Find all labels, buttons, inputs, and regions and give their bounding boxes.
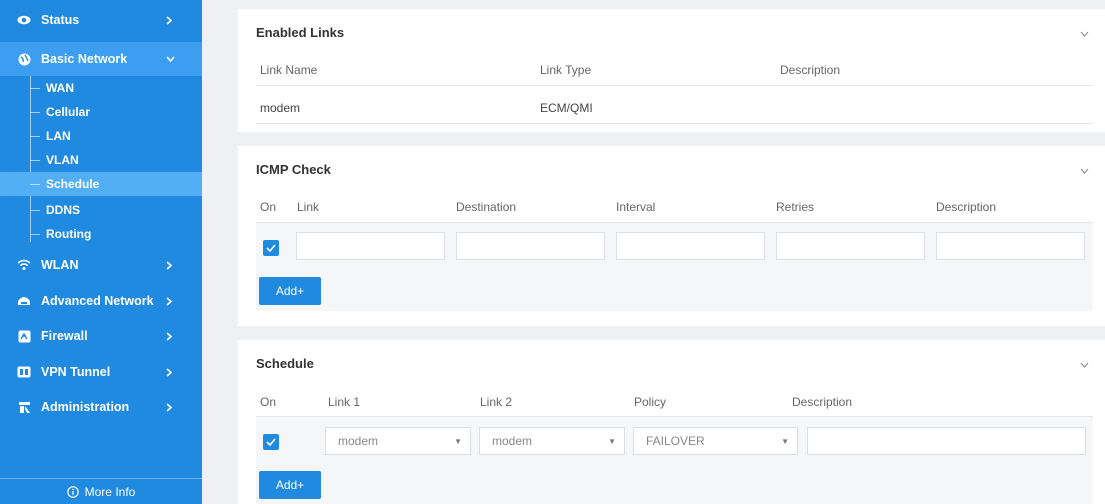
network-icon <box>17 294 31 308</box>
icmp-description-input[interactable] <box>936 232 1085 260</box>
sidebar-item-label: WLAN <box>41 258 79 272</box>
schedule-link1-value: modem <box>338 434 379 448</box>
column-header-policy: Policy <box>634 395 667 409</box>
sidebar-subitem-label: Cellular <box>46 105 91 119</box>
info-icon <box>66 485 79 498</box>
chevron-right-icon <box>166 319 172 353</box>
sidebar-subitem-label: DDNS <box>46 203 81 217</box>
vpn-icon <box>17 365 31 379</box>
collapse-chevron-icon[interactable] <box>1079 360 1089 370</box>
schedule-policy-select[interactable]: FAILOVER ▼ <box>633 427 798 455</box>
table-cell-link-name: modem <box>260 101 301 115</box>
collapse-chevron-icon[interactable] <box>1079 166 1089 176</box>
sidebar-item-basic-network[interactable]: Basic Network <box>0 42 202 76</box>
sidebar-subitem-ddns[interactable]: DDNS <box>0 198 202 222</box>
sidebar-item-label: Firewall <box>41 329 88 343</box>
sidebar: Status Basic Network WAN Cellular LAN VL… <box>0 0 202 504</box>
column-header-link-1: Link 1 <box>328 395 361 409</box>
column-header-description: Description <box>936 200 997 214</box>
enabled-links-card: Enabled Links Link Name Link Type Descri… <box>238 9 1105 132</box>
enabled-links-title: Enabled Links <box>256 25 345 40</box>
schedule-card: Schedule On Link 1 Link 2 Policy Descrip… <box>238 340 1105 504</box>
sidebar-subitem-cellular[interactable]: Cellular <box>0 100 202 124</box>
shield-icon <box>17 329 31 343</box>
chevron-right-icon <box>166 390 172 424</box>
sidebar-item-label: VPN Tunnel <box>41 365 111 379</box>
icmp-check-card: ICMP Check On Link Destination Interval … <box>238 146 1105 326</box>
icmp-add-button[interactable]: Add+ <box>259 277 321 305</box>
column-header-on: On <box>260 395 277 409</box>
icmp-link-input[interactable] <box>296 232 445 260</box>
row-divider <box>256 85 1093 86</box>
sidebar-item-status[interactable]: Status <box>0 3 202 37</box>
column-header-description: Description <box>792 395 853 409</box>
chevron-down-icon <box>166 42 175 76</box>
chevron-right-icon <box>166 355 172 389</box>
schedule-description-input[interactable] <box>807 427 1086 455</box>
sidebar-item-label: Basic Network <box>41 52 128 66</box>
sidebar-item-label: Administration <box>41 400 130 414</box>
eye-icon <box>17 13 31 27</box>
schedule-enable-checkbox[interactable] <box>263 434 279 450</box>
icmp-destination-input[interactable] <box>456 232 605 260</box>
sidebar-subitem-label: VLAN <box>46 153 79 167</box>
checkmark-icon <box>266 244 276 252</box>
column-header-retries: Retries <box>776 200 815 214</box>
globe-icon <box>17 52 31 66</box>
dropdown-arrow-icon: ▼ <box>608 437 616 446</box>
sidebar-item-vpn-tunnel[interactable]: VPN Tunnel <box>0 355 202 389</box>
sidebar-subitem-label: LAN <box>46 129 71 143</box>
column-header-link: Link <box>297 200 320 214</box>
sidebar-subitem-vlan[interactable]: VLAN <box>0 148 202 172</box>
dropdown-arrow-icon: ▼ <box>454 437 462 446</box>
sidebar-item-wlan[interactable]: WLAN <box>0 248 202 282</box>
column-header-link-name: Link Name <box>260 63 318 77</box>
dropdown-arrow-icon: ▼ <box>781 437 789 446</box>
sidebar-subitem-lan[interactable]: LAN <box>0 124 202 148</box>
schedule-link1-select[interactable]: modem ▼ <box>325 427 471 455</box>
sidebar-subitem-label: Routing <box>46 227 92 241</box>
wifi-icon <box>17 258 31 272</box>
more-info-link[interactable]: More Info <box>0 478 202 504</box>
sidebar-item-administration[interactable]: Administration <box>0 390 202 424</box>
schedule-policy-value: FAILOVER <box>646 434 705 448</box>
collapse-chevron-icon[interactable] <box>1079 29 1089 39</box>
sidebar-subitem-routing[interactable]: Routing <box>0 222 202 246</box>
column-header-on: On <box>260 200 277 214</box>
chevron-right-icon <box>166 248 172 282</box>
sidebar-subitem-schedule[interactable]: Schedule <box>0 172 202 196</box>
sidebar-subitem-label: Schedule <box>46 177 100 191</box>
sidebar-item-advanced-network[interactable]: Advanced Network <box>0 284 202 318</box>
icmp-interval-input[interactable] <box>616 232 765 260</box>
sidebar-item-label: Advanced Network <box>41 294 154 308</box>
schedule-link2-value: modem <box>492 434 533 448</box>
row-divider <box>256 123 1093 124</box>
icmp-retries-input[interactable] <box>776 232 925 260</box>
checkmark-icon <box>266 438 276 446</box>
column-header-link-type: Link Type <box>540 63 592 77</box>
icmp-enable-checkbox[interactable] <box>263 240 279 256</box>
column-header-interval: Interval <box>616 200 656 214</box>
schedule-link2-select[interactable]: modem ▼ <box>479 427 625 455</box>
schedule-add-button[interactable]: Add+ <box>259 471 321 499</box>
table-cell-link-type: ECM/QMI <box>540 101 593 115</box>
column-header-description: Description <box>780 63 841 77</box>
sidebar-subitem-wan[interactable]: WAN <box>0 76 202 100</box>
sidebar-item-label: Status <box>41 13 80 27</box>
icmp-check-title: ICMP Check <box>256 162 331 177</box>
column-header-destination: Destination <box>456 200 517 214</box>
admin-icon <box>17 400 31 414</box>
chevron-right-icon <box>166 3 172 37</box>
more-info-label: More Info <box>84 484 136 499</box>
chevron-right-icon <box>166 284 172 318</box>
column-header-link-2: Link 2 <box>480 395 513 409</box>
sidebar-item-firewall[interactable]: Firewall <box>0 319 202 353</box>
schedule-title: Schedule <box>256 356 314 371</box>
sidebar-subitem-label: WAN <box>46 81 74 95</box>
